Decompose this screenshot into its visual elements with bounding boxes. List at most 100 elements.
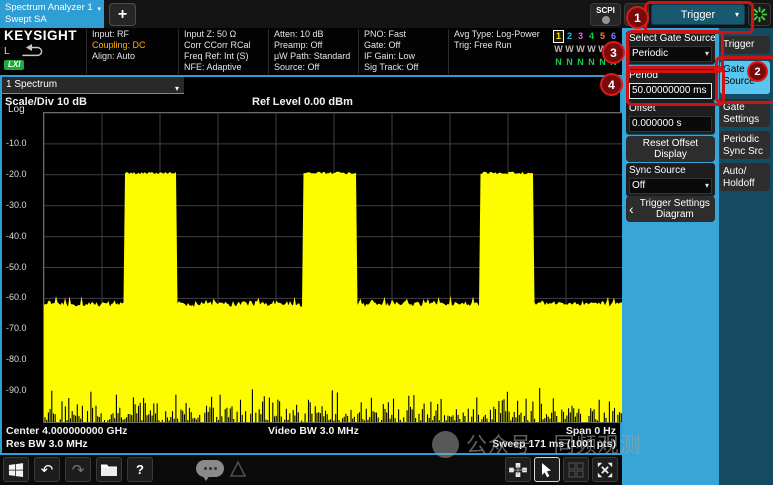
window-selector-dropdown[interactable]: 1 Spectrum ▾ xyxy=(2,77,184,94)
status-col-input: Input: RF Coupling: DC Align: Auto xyxy=(86,29,177,74)
trace-4-norm[interactable]: N xyxy=(586,56,597,69)
callout-number-4: 4 xyxy=(600,73,623,96)
status-field: Input: RF xyxy=(92,29,177,40)
status-field: Atten: 10 dB xyxy=(274,29,357,40)
res-bw-annotation[interactable]: Res BW 3.0 MHz xyxy=(6,438,88,450)
touch-cursor-button[interactable] xyxy=(534,457,560,482)
help-icon: ? xyxy=(136,462,144,477)
status-field: Coupling: DC xyxy=(92,40,177,51)
trace-3-det[interactable]: W xyxy=(575,43,586,56)
block-diagram-icon xyxy=(509,463,527,477)
fullscreen-arrows-icon xyxy=(596,461,614,479)
y-axis-label: -30.0 xyxy=(6,200,27,210)
trace-1-det[interactable]: W xyxy=(553,43,564,56)
status-col-gate: PNO: Fast Gate: Off IF Gain: Low Sig Tra… xyxy=(358,29,447,74)
touch-cursor-icon xyxy=(540,462,554,478)
spectrum-graph xyxy=(43,112,625,423)
trace-2-det[interactable]: W xyxy=(564,43,575,56)
status-field: Input Z: 50 Ω xyxy=(184,29,267,40)
y-axis-label: -10.0 xyxy=(6,138,27,148)
windows-start-button[interactable] xyxy=(3,457,29,482)
trace-1-num[interactable]: 1 xyxy=(553,30,564,43)
reset-offset-display-button[interactable]: Reset Offset Display xyxy=(626,136,715,162)
sweep-spinner-icon xyxy=(751,6,768,23)
sync-source-dropdown[interactable]: Off ▾ xyxy=(629,178,712,194)
y-axis-label: -20.0 xyxy=(6,169,27,179)
alert-triangle-icon xyxy=(228,459,248,483)
trace-4-num[interactable]: 4 xyxy=(586,30,597,43)
chevron-down-icon: ▾ xyxy=(735,10,739,19)
fullscreen-button[interactable] xyxy=(592,457,618,482)
trace-3-norm[interactable]: N xyxy=(575,56,586,69)
y-axis-label: -40.0 xyxy=(6,231,27,241)
chevron-left-icon: ‹ xyxy=(629,203,634,215)
gate-source-group: Select Gate Source Periodic ▾ xyxy=(626,31,715,64)
status-field: Freq Ref: Int (S) xyxy=(184,51,267,62)
local-remote-indicator: L xyxy=(4,46,10,57)
trace-1-norm[interactable]: N xyxy=(553,56,564,69)
trigger-menu-panel: Select Gate Source Periodic ▾ Period 50.… xyxy=(622,28,773,485)
span-annotation[interactable]: Span 0 Hz xyxy=(566,425,616,437)
trigger-settings-diagram-button[interactable]: ‹ Trigger Settings Diagram xyxy=(626,196,715,222)
trigger-menu-dropdown[interactable]: Trigger ▾ xyxy=(651,4,745,25)
mode-name: Swept SA xyxy=(5,14,99,26)
tab-periodic-sync-src[interactable]: Periodic Sync Src xyxy=(720,131,770,159)
status-field: Avg Type: Log-Power xyxy=(454,29,551,40)
chevron-down-icon: ▾ xyxy=(175,81,179,97)
callout-number-2: 2 xyxy=(747,61,768,82)
y-axis-label: -80.0 xyxy=(6,354,27,364)
trace-4-det[interactable]: W xyxy=(586,43,597,56)
measurement-display: 1 Spectrum ▾ Scale/Div 10 dB Ref Level 0… xyxy=(0,75,622,455)
trace-2-num[interactable]: 2 xyxy=(564,30,575,43)
undo-icon: ↶ xyxy=(41,461,54,479)
window-layout-button[interactable] xyxy=(563,457,589,482)
file-explorer-button[interactable] xyxy=(96,457,122,482)
menu-tab-column: Trigger Gate Source Gate Settings Period… xyxy=(719,28,773,485)
status-col-cal: Input Z: 50 Ω Corr CCorr RCal Freq Ref: … xyxy=(178,29,267,74)
tab-auto-holdoff[interactable]: Auto/​Holdoff xyxy=(720,163,770,191)
message-bubble-icon[interactable] xyxy=(196,460,224,477)
window-selector-label: 1 Spectrum xyxy=(6,79,57,90)
trace-2-norm[interactable]: N xyxy=(564,56,575,69)
undo-button[interactable]: ↶ xyxy=(34,457,60,482)
period-field[interactable]: 50.00000000 ms xyxy=(629,83,712,99)
sync-source-value: Off xyxy=(632,179,645,193)
block-diagram-button[interactable] xyxy=(505,457,531,482)
offset-field[interactable]: 0.000000 s xyxy=(629,116,712,132)
status-field: IF Gain: Low xyxy=(364,51,447,62)
callout-number-1: 1 xyxy=(626,6,649,29)
trace-3-num[interactable]: 3 xyxy=(575,30,586,43)
scpi-indicator-button[interactable]: SCPI xyxy=(590,3,621,26)
windows-logo-icon xyxy=(8,462,24,478)
y-axis-label: -60.0 xyxy=(6,292,27,302)
trace-5-num[interactable]: 5 xyxy=(597,30,608,43)
tab-trigger[interactable]: Trigger xyxy=(720,36,770,54)
trigger-menu-label: Trigger xyxy=(681,9,715,21)
center-frequency-annotation[interactable]: Center 4.000000000 GHz xyxy=(6,425,127,437)
offset-label: Offset xyxy=(629,103,712,115)
y-axis-label: -90.0 xyxy=(6,385,27,395)
select-gate-source-label: Select Gate Source xyxy=(629,33,712,45)
help-button[interactable]: ? xyxy=(127,457,153,482)
video-bw-annotation[interactable]: Video BW 3.0 MHz xyxy=(268,425,359,437)
chevron-down-icon: ▾ xyxy=(97,5,101,13)
instrument-name: Spectrum Analyzer 1 xyxy=(5,2,99,14)
add-tab-button[interactable]: + xyxy=(109,3,136,26)
redo-button[interactable]: ↷ xyxy=(65,457,91,482)
sync-source-label: Sync Source xyxy=(629,165,712,177)
ref-level-label[interactable]: Ref Level 0.00 dBm xyxy=(252,96,353,108)
mode-tab[interactable]: Spectrum Analyzer 1 Swept SA ▾ xyxy=(0,0,104,28)
status-field: PNO: Fast xyxy=(364,29,447,40)
scpi-label: SCPI xyxy=(596,6,615,15)
gate-source-dropdown[interactable]: Periodic ▾ xyxy=(629,46,712,62)
offset-value: 0.000000 s xyxy=(632,117,682,131)
top-bar: Spectrum Analyzer 1 Swept SA ▾ + SCPI Tr… xyxy=(0,0,773,28)
sweep-annotation[interactable]: Sweep 171 ms (1001 pts) xyxy=(492,438,616,450)
status-field: Preamp: Off xyxy=(274,40,357,51)
tab-gate-settings[interactable]: Gate Settings xyxy=(720,99,770,127)
continuous-sweep-button[interactable] xyxy=(748,3,771,26)
status-col-trig: Avg Type: Log-Power Trig: Free Run xyxy=(448,29,551,74)
period-group: Period 50.00000000 ms xyxy=(626,68,715,101)
status-field: Corr CCorr RCal xyxy=(184,40,267,51)
brand-block: KEYSIGHT L LXI xyxy=(0,29,84,74)
